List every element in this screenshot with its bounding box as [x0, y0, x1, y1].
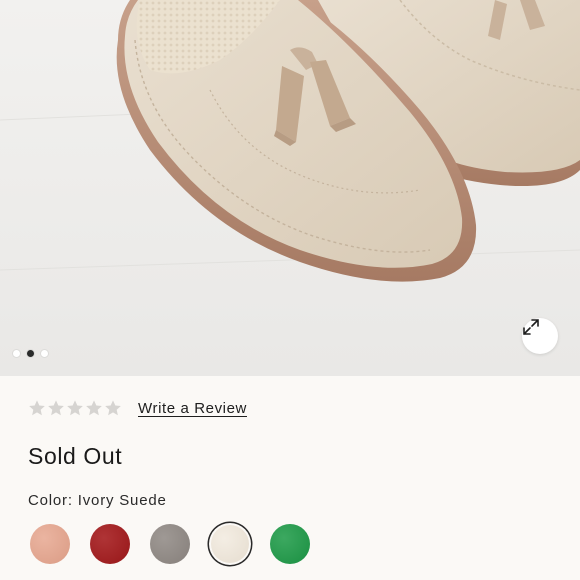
carousel-dot[interactable]	[13, 350, 20, 357]
swatch-green[interactable]	[269, 523, 311, 565]
stock-status: Sold Out	[28, 443, 123, 469]
swatch-fill	[211, 525, 249, 563]
swatch-fill	[90, 524, 130, 564]
swatch-fill	[270, 524, 310, 564]
swatch-ivory-suede[interactable]	[209, 523, 251, 565]
color-label: Color: Ivory Suede	[28, 492, 167, 509]
product-image[interactable]	[0, 0, 580, 376]
rating-row: Write a Review	[28, 399, 247, 417]
swatch-grey[interactable]	[149, 523, 191, 565]
star-icon	[86, 400, 102, 416]
star-rating	[28, 399, 122, 417]
swatch-fill	[30, 524, 70, 564]
swatch-red[interactable]	[89, 523, 131, 565]
write-review-link[interactable]: Write a Review	[138, 400, 247, 417]
expand-arrows-icon	[523, 319, 539, 335]
carousel-dot-active[interactable]	[27, 350, 34, 357]
loafer-illustration	[0, 0, 580, 282]
swatch-fill	[150, 524, 190, 564]
star-icon	[29, 400, 45, 416]
star-icon	[105, 400, 121, 416]
star-icon	[67, 400, 83, 416]
swatch-blush[interactable]	[29, 523, 71, 565]
color-swatches	[29, 523, 311, 565]
expand-image-button[interactable]	[522, 318, 558, 354]
carousel-dot[interactable]	[41, 350, 48, 357]
star-icon	[48, 400, 64, 416]
carousel-dots	[13, 350, 48, 357]
